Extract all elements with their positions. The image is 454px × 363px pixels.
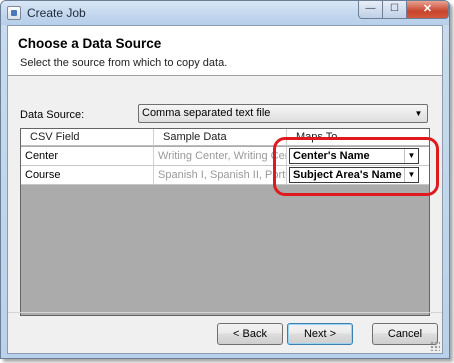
chevron-down-icon: ▼ [404, 149, 418, 163]
footer-divider [8, 312, 442, 313]
maps-to-value: Subject Area's Name [293, 169, 402, 181]
data-source-label: Data Source: [20, 109, 85, 121]
data-source-dropdown[interactable]: Comma separated text file ▼ [138, 104, 428, 123]
sample-data-cell: Writing Center, Writing Center... [154, 147, 287, 165]
minimize-button[interactable]: — [358, 1, 383, 19]
back-button[interactable]: < Back [217, 323, 283, 345]
wizard-header: Choose a Data Source Select the source f… [8, 26, 442, 76]
maximize-button[interactable]: ☐ [382, 1, 407, 19]
maps-to-dropdown[interactable]: Center's Name ▼ [289, 148, 419, 164]
field-mapping-grid: CSV Field Sample Data Maps To Center Wri… [20, 128, 430, 316]
grid-header: CSV Field Sample Data Maps To [21, 129, 429, 146]
wizard-client-area: Choose a Data Source Select the source f… [7, 25, 443, 354]
column-header-sample-data[interactable]: Sample Data [154, 129, 287, 146]
cancel-button[interactable]: Cancel [372, 323, 438, 345]
chevron-down-icon: ▼ [404, 168, 418, 182]
title-bar: Create Job — ☐ ✕ [1, 1, 449, 25]
next-button[interactable]: Next > [287, 323, 353, 345]
column-header-maps-to[interactable]: Maps To [287, 129, 429, 146]
page-subtitle: Select the source from which to copy dat… [20, 57, 228, 69]
app-icon [7, 6, 21, 20]
page-title: Choose a Data Source [18, 36, 162, 51]
resize-grip[interactable] [430, 341, 440, 351]
table-row[interactable]: Center Writing Center, Writing Center...… [21, 147, 429, 166]
window-title: Create Job [27, 6, 86, 20]
create-job-window: Create Job — ☐ ✕ Choose a Data Source Se… [0, 0, 450, 359]
csv-field-cell: Center [21, 147, 154, 165]
maps-to-value: Center's Name [293, 150, 370, 162]
data-source-value: Comma separated text file [142, 107, 271, 119]
close-button[interactable]: ✕ [406, 1, 449, 19]
maps-to-dropdown[interactable]: Subject Area's Name ▼ [289, 167, 419, 183]
column-header-csv-field[interactable]: CSV Field [21, 129, 154, 146]
table-row[interactable]: Course Spanish I, Spanish II, Portugu...… [21, 166, 429, 185]
csv-field-cell: Course [21, 166, 154, 184]
sample-data-cell: Spanish I, Spanish II, Portugu... [154, 166, 287, 184]
chevron-down-icon: ▼ [414, 109, 423, 118]
